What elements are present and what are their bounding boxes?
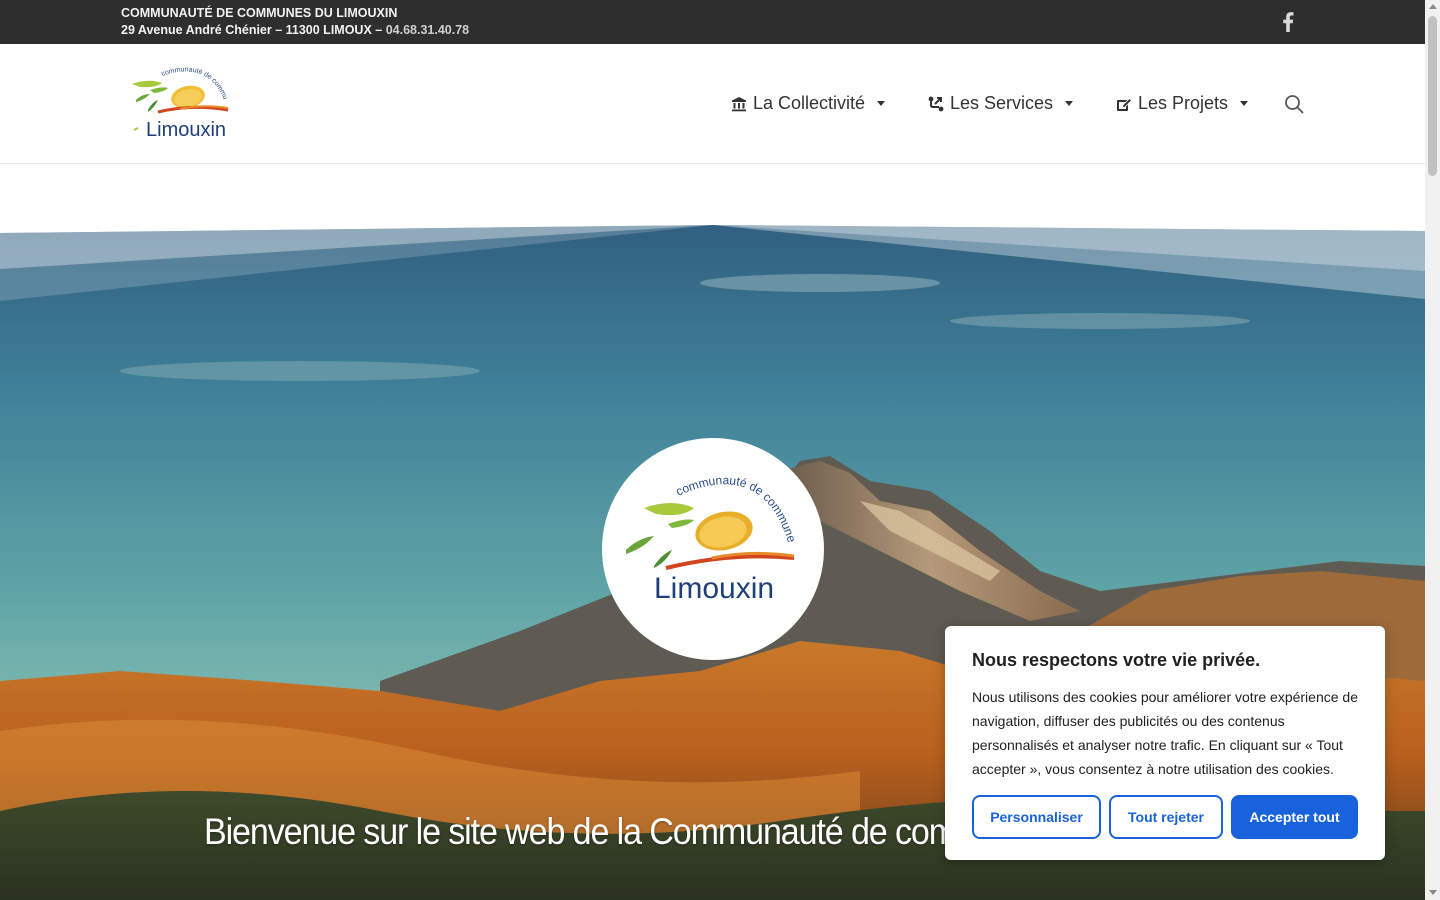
site-header: communauté de communes Limouxin <box>0 44 1425 164</box>
scrollbar-thumb[interactable] <box>1428 16 1437 176</box>
building-icon <box>732 96 746 111</box>
address-line: 29 Avenue André Chénier – 11300 LIMOUX –… <box>121 22 469 38</box>
page: COMMUNAUTÉ DE COMMUNES DU LIMOUXIN 29 Av… <box>0 0 1440 900</box>
nav-la-collectivite[interactable]: La Collectivité <box>731 93 886 114</box>
hero-title: Bienvenue sur le site web de la Communau… <box>204 811 984 852</box>
nav-les-projets[interactable]: Les Projets <box>1116 93 1249 114</box>
accept-all-button[interactable]: Accepter tout <box>1231 795 1358 839</box>
route-icon <box>928 96 944 111</box>
hero-logo: communauté de communes Limouxin <box>599 427 824 660</box>
search-icon[interactable] <box>1284 94 1304 114</box>
nav-label: Les Services <box>950 93 1054 113</box>
chevron-down-icon <box>1065 101 1074 106</box>
phone-link[interactable]: 04.68.31.40.78 <box>386 23 469 37</box>
org-name: COMMUNAUTÉ DE COMMUNES DU LIMOUXIN <box>121 6 398 20</box>
top-bar: COMMUNAUTÉ DE COMMUNES DU LIMOUXIN 29 Av… <box>0 0 1425 44</box>
site-logo[interactable]: communauté de communes Limouxin <box>126 59 232 144</box>
cookie-consent-banner: Nous respectons votre vie privée. Nous u… <box>945 626 1385 860</box>
nav-label: La Collectivité <box>753 93 866 113</box>
chevron-down-icon <box>1240 101 1249 106</box>
nav-label: Les Projets <box>1138 93 1229 113</box>
reject-all-button[interactable]: Tout rejeter <box>1109 795 1223 839</box>
page-scrollbar[interactable] <box>1425 0 1440 900</box>
scroll-down-icon[interactable] <box>1429 890 1437 895</box>
svg-text:Limouxin: Limouxin <box>146 119 226 141</box>
logo-graphic: communauté de communes Limouxin <box>126 59 229 141</box>
chevron-down-icon <box>877 101 886 106</box>
facebook-icon[interactable] <box>1281 12 1297 32</box>
edit-icon <box>1117 97 1132 111</box>
logo-graphic: communauté de communes Limouxin <box>599 427 799 605</box>
nav-les-services[interactable]: Les Services <box>928 93 1074 114</box>
svg-text:Limouxin: Limouxin <box>654 572 774 605</box>
address-text: 29 Avenue André Chénier – 11300 LIMOUX – <box>121 23 386 37</box>
scroll-up-icon[interactable] <box>1429 4 1437 9</box>
customize-button[interactable]: Personnaliser <box>972 795 1101 839</box>
cookie-text: Nous utilisons des cookies pour améliore… <box>972 689 1358 777</box>
cookie-title: Nous respectons votre vie privée. <box>972 650 1261 670</box>
cookie-buttons: Personnaliser Tout rejeter Accepter tout <box>972 795 1358 839</box>
